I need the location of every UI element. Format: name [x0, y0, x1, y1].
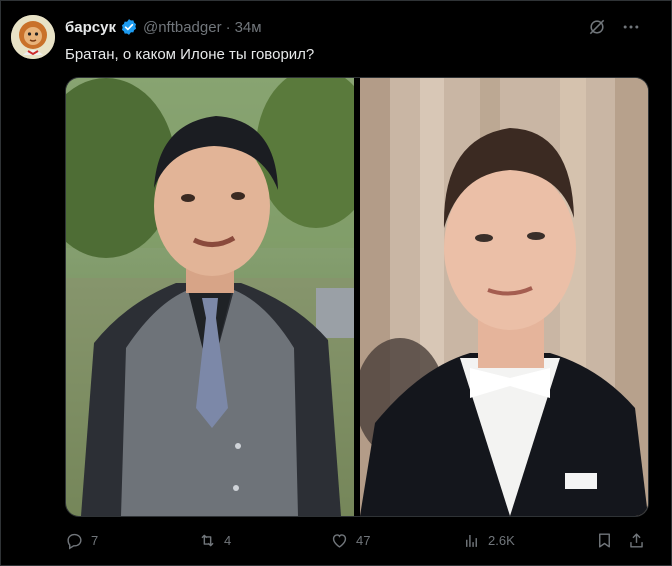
grok-icon[interactable]	[587, 17, 607, 37]
share-button[interactable]	[627, 529, 646, 551]
views-count: 2.6K	[488, 532, 515, 548]
views-button[interactable]: 2.6K	[462, 529, 515, 551]
media-photo-left[interactable]	[66, 78, 354, 516]
like-button[interactable]: 47	[330, 529, 370, 551]
media-photo-right[interactable]	[360, 78, 648, 516]
reply-button[interactable]: 7	[65, 529, 98, 551]
heart-icon	[332, 533, 347, 548]
author-display-name[interactable]: барсук	[65, 19, 116, 36]
separator-dot: ·	[225, 18, 231, 36]
bookmark-icon	[599, 532, 610, 548]
cartoon-lion-avatar-icon	[11, 15, 55, 59]
man-in-gray-vest-photo	[66, 78, 354, 516]
tweet-actions: 7 4 47 2.6K	[65, 529, 649, 551]
reply-icon	[67, 533, 82, 549]
bookmark-button[interactable]	[595, 529, 614, 551]
tweet-timestamp[interactable]: 34м	[235, 19, 262, 36]
retweet-button[interactable]: 4	[198, 529, 231, 551]
share-icon	[630, 532, 643, 548]
tweet-top-actions	[587, 17, 641, 37]
tweet-card: барсук @nftbadger · 34м Братан, о каком …	[0, 0, 672, 566]
tweet-header: барсук @nftbadger · 34м	[65, 17, 262, 37]
like-count: 47	[356, 532, 371, 548]
tweet-media[interactable]	[65, 77, 649, 517]
man-in-tuxedo-photo	[360, 78, 648, 516]
retweet-count: 4	[224, 532, 232, 548]
more-icon[interactable]	[621, 17, 641, 37]
author-avatar[interactable]	[11, 15, 55, 59]
verified-badge-icon	[120, 18, 138, 36]
reply-count: 7	[91, 532, 99, 548]
retweet-icon	[201, 534, 214, 546]
author-handle[interactable]: @nftbadger	[143, 19, 222, 36]
tweet-text: Братан, о каком Илоне ты говорил?	[65, 46, 315, 63]
views-chart-icon	[466, 534, 477, 547]
